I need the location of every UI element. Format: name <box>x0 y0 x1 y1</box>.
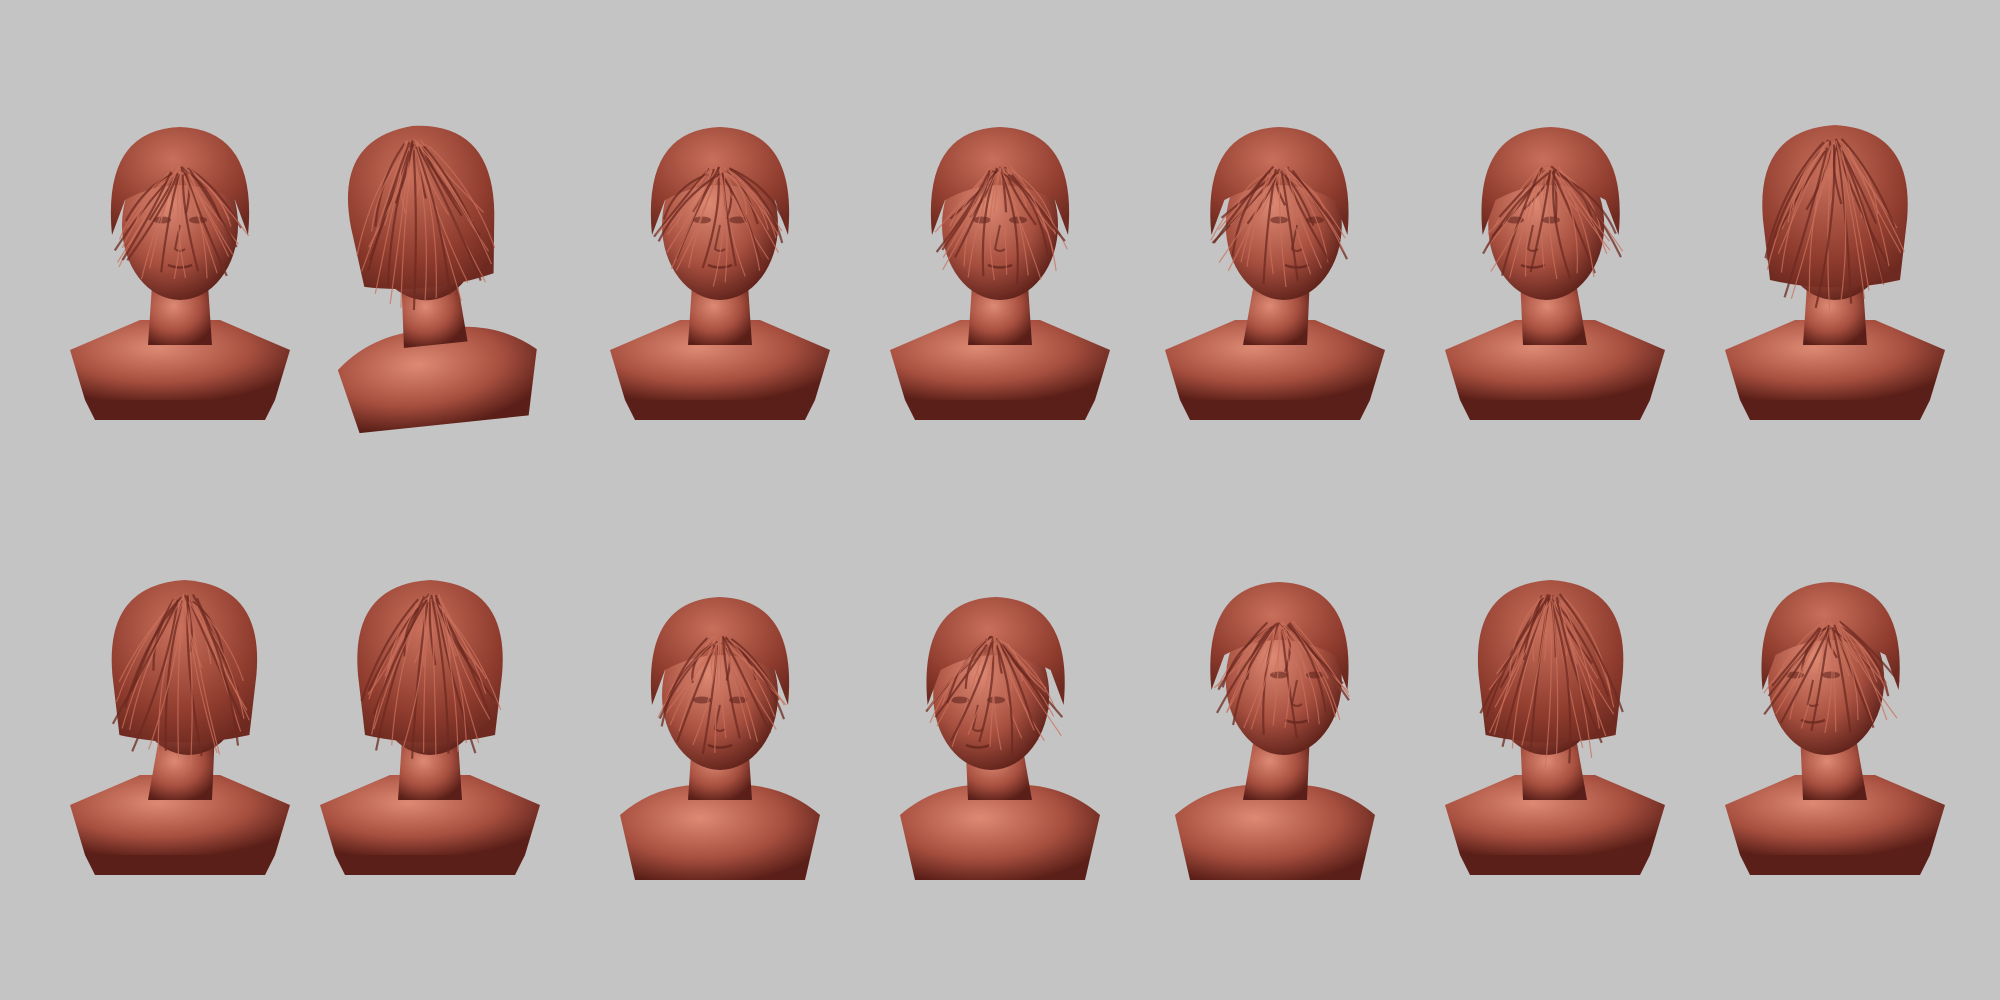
render-sheet <box>0 0 2000 1000</box>
bust-render <box>900 597 1100 880</box>
bust-render <box>70 127 290 420</box>
bust-render <box>320 580 540 875</box>
pedestal-side <box>1460 855 1650 875</box>
pedestal-side <box>905 400 1095 420</box>
left-eye <box>1270 216 1288 224</box>
left-eye <box>973 216 991 224</box>
bust-render <box>1445 580 1665 875</box>
pedestal-side <box>625 400 815 420</box>
bust-render <box>620 597 820 880</box>
pedestal-side <box>1460 400 1650 420</box>
pedestal-side <box>1740 400 1930 420</box>
pedestal-side <box>85 855 275 875</box>
bust-render <box>1175 582 1375 880</box>
left-eye <box>1270 671 1288 679</box>
pedestal-side <box>335 855 525 875</box>
bust-render <box>1725 582 1945 875</box>
right-eye <box>1822 671 1840 679</box>
bust-render <box>890 127 1110 420</box>
pedestal-side <box>85 400 275 420</box>
bust-render <box>337 125 537 434</box>
bust-render <box>1445 127 1665 420</box>
bust-render <box>610 127 830 420</box>
bust-render <box>1165 127 1385 420</box>
pedestal-side <box>1740 855 1930 875</box>
bust-render <box>70 580 290 875</box>
bust-render <box>1725 125 1945 420</box>
right-eye <box>1542 216 1560 224</box>
pedestal-side <box>1180 400 1370 420</box>
